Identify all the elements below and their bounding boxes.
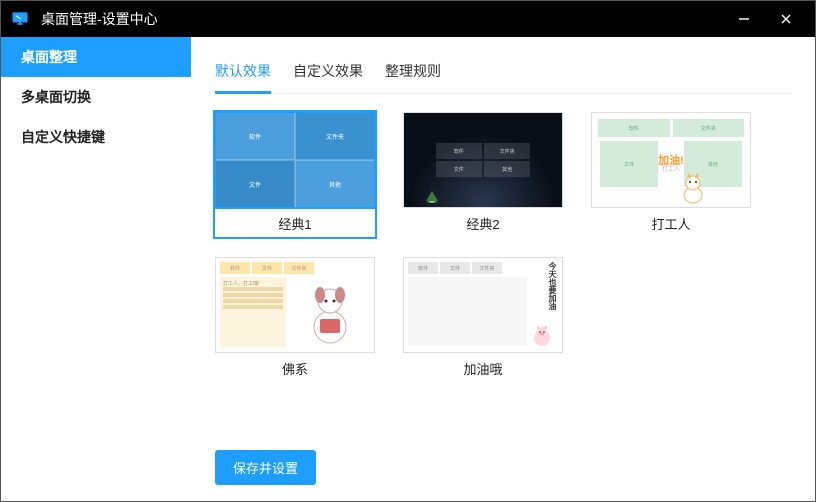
theme-card-worker[interactable]: 软件文件夹 文件 加油!打工人 其他 打工人: [591, 112, 751, 237]
theme-label: 打工人: [591, 208, 751, 237]
window-title: 桌面管理-设置中心: [41, 9, 723, 29]
theme-card-jiayou[interactable]: 软件文件文件夹 今天也要加油 加油哦: [403, 257, 563, 382]
close-button[interactable]: [765, 1, 807, 37]
theme-thumbnail: 软件文件夹 文件 加油!打工人 其他: [591, 112, 751, 208]
sidebar-item-hotkeys[interactable]: 自定义快捷键: [1, 117, 191, 157]
titlebar: 桌面管理-设置中心: [1, 1, 815, 37]
tab-custom-effect[interactable]: 自定义效果: [293, 55, 363, 93]
footer: 保存并设置: [215, 444, 791, 485]
side-text: 今天也要加油: [547, 262, 558, 310]
pig-icon: [530, 324, 554, 348]
theme-thumbnail: 软件文件文件夹 打工人，打工魂!: [215, 257, 375, 353]
tab-label: 自定义效果: [293, 63, 363, 79]
tab-label: 默认效果: [215, 63, 271, 79]
app-icon: [9, 8, 31, 30]
minimize-button[interactable]: [723, 1, 765, 37]
theme-thumbnail: 软件 文件夹 文件 其他: [215, 112, 375, 208]
sidebar-item-label: 自定义快捷键: [21, 127, 105, 147]
sidebar-item-label: 桌面整理: [21, 47, 77, 67]
main-panel: 默认效果 自定义效果 整理规则 软件 文件夹 文件 其他 经典1 软件 文件夹: [191, 37, 815, 501]
sidebar-item-label: 多桌面切换: [21, 87, 91, 107]
theme-label: 加油哦: [403, 353, 563, 382]
tab-default-effect[interactable]: 默认效果: [215, 55, 271, 94]
dog-icon: [290, 277, 370, 347]
sidebar-item-multidesktop[interactable]: 多桌面切换: [1, 77, 191, 117]
cat-icon: [678, 171, 708, 205]
theme-label: 佛系: [215, 353, 375, 382]
save-button[interactable]: 保存并设置: [215, 450, 316, 485]
sidebar: 桌面整理 多桌面切换 自定义快捷键: [1, 37, 191, 501]
theme-thumbnail: 软件文件文件夹 今天也要加油: [403, 257, 563, 353]
tab-label: 整理规则: [385, 63, 441, 79]
theme-card-classic2[interactable]: 软件 文件夹 文件 其他 经典2: [403, 112, 563, 237]
theme-label: 经典1: [215, 208, 375, 237]
theme-label: 经典2: [403, 208, 563, 237]
theme-grid: 软件 文件夹 文件 其他 经典1 软件 文件夹 文件 其他 经: [215, 112, 791, 444]
tab-bar: 默认效果 自定义效果 整理规则: [215, 55, 791, 94]
window-controls: [723, 1, 807, 37]
sidebar-item-organize[interactable]: 桌面整理: [1, 37, 191, 77]
theme-card-foxi[interactable]: 软件文件文件夹 打工人，打工魂! 佛系: [215, 257, 375, 382]
theme-card-classic1[interactable]: 软件 文件夹 文件 其他 经典1: [215, 112, 375, 237]
tab-rules[interactable]: 整理规则: [385, 55, 441, 93]
theme-thumbnail: 软件 文件夹 文件 其他: [403, 112, 563, 208]
save-button-label: 保存并设置: [233, 461, 298, 476]
